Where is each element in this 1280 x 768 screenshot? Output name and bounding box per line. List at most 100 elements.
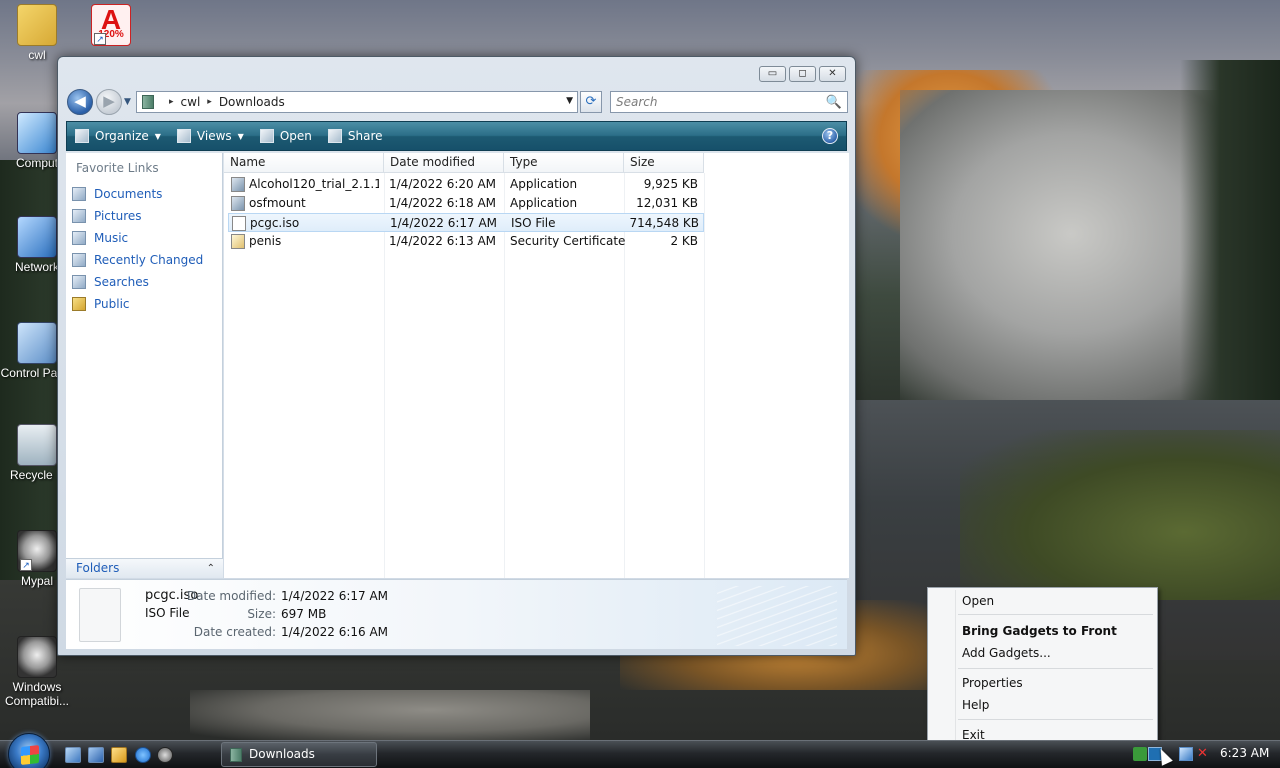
application-icon [231, 177, 245, 192]
maximize-button[interactable]: ◻ [789, 66, 816, 82]
search-icon[interactable]: 🔍 [826, 93, 842, 113]
mypal-icon: ↗ [17, 530, 57, 572]
tray-security-icon[interactable] [1133, 747, 1147, 761]
nav-link-label: Documents [94, 187, 163, 201]
refresh-button[interactable]: ⟳ [580, 91, 602, 113]
details-file-type: ISO File [145, 606, 190, 620]
views-button[interactable]: Views ▼ [176, 129, 244, 143]
nav-link-label: Recently Changed [94, 253, 204, 267]
file-size: 714,548 KB [629, 216, 699, 230]
switch-windows-icon[interactable] [88, 747, 104, 763]
documents-icon [72, 187, 86, 201]
file-date: 1/4/2022 6:18 AM [389, 196, 497, 210]
recent-pages-dropdown[interactable]: ▼ [124, 97, 131, 107]
search-input[interactable]: Search 🔍 [610, 91, 848, 113]
file-row[interactable]: penis 1/4/2022 6:13 AM Security Certific… [228, 232, 704, 251]
desktop-icon-cwl[interactable]: cwl [0, 4, 74, 62]
details-size: 697 MB [281, 607, 327, 621]
file-row[interactable]: Alcohol120_trial_2.1.1.... 1/4/2022 6:20… [228, 175, 704, 194]
start-button[interactable] [8, 733, 50, 768]
column-header-date[interactable]: Date modified [384, 153, 504, 173]
address-bar[interactable]: ▸ cwl ▸ Downloads ▼ [136, 91, 578, 113]
control-panel-icon [17, 322, 57, 364]
details-size-label: Size: [247, 607, 276, 621]
menu-item-bring-gadgets-to-front[interactable]: Bring Gadgets to Front [962, 624, 1117, 638]
explorer-window[interactable]: ▭ ◻ ✕ ◀ ▶ ▼ ▸ cwl ▸ Downloads ▼ ⟳ Search… [57, 56, 856, 656]
recently-changed-icon [72, 253, 86, 267]
search-placeholder: Search [616, 95, 658, 109]
breadcrumb-downloads[interactable]: Downloads [219, 95, 285, 109]
file-row-selected[interactable]: pcgc.iso 1/4/2022 6:17 AM ISO File 714,5… [228, 213, 704, 232]
column-header-name[interactable]: Name [224, 153, 384, 173]
forward-button[interactable]: ▶ [96, 89, 122, 115]
breadcrumb-cwl[interactable]: cwl [181, 95, 201, 109]
column-header-size[interactable]: Size [624, 153, 704, 173]
nav-link-recently-changed[interactable]: Recently Changed [72, 249, 203, 271]
file-name: penis [249, 234, 282, 248]
open-label: Open [279, 129, 312, 143]
breadcrumb-separator[interactable]: ▸ [207, 97, 212, 107]
open-button[interactable]: Open [259, 129, 312, 143]
media-player-icon[interactable] [111, 747, 127, 763]
nav-link-searches[interactable]: Searches [72, 271, 203, 293]
file-date: 1/4/2022 6:20 AM [389, 177, 497, 191]
desktop-icon-alcohol[interactable]: A 120% ↗ [74, 4, 148, 48]
menu-separator [958, 719, 1153, 720]
menu-item-help[interactable]: Help [962, 698, 989, 712]
searches-icon [72, 275, 86, 289]
nav-link-label: Public [94, 297, 130, 311]
file-type: Application [510, 196, 578, 210]
file-date: 1/4/2022 6:17 AM [390, 216, 498, 230]
file-thumbnail-icon [79, 588, 121, 642]
application-icon [231, 196, 245, 211]
nav-link-label: Pictures [94, 209, 142, 223]
windows-logo-icon [21, 745, 39, 765]
details-date-modified: 1/4/2022 6:17 AM [281, 589, 389, 603]
file-type: Application [510, 177, 578, 191]
nav-link-music[interactable]: Music [72, 227, 203, 249]
internet-explorer-icon[interactable] [135, 747, 151, 763]
folder-icon [230, 748, 242, 762]
folders-toggle[interactable]: Folders ⌃ [66, 558, 223, 578]
file-row[interactable]: osfmount 1/4/2022 6:18 AM Application 12… [228, 194, 704, 213]
share-button[interactable]: Share [327, 129, 383, 143]
windows-compat-icon [17, 636, 57, 678]
organize-icon [75, 129, 89, 143]
minimize-button[interactable]: ▭ [759, 66, 786, 82]
shortcut-arrow-icon: ↗ [94, 33, 106, 45]
taskbar-clock[interactable]: 6:23 AM [1220, 746, 1269, 760]
close-button[interactable]: ✕ [819, 66, 846, 82]
file-list[interactable]: Name Date modified Type Size Alcohol120_… [224, 153, 849, 578]
views-label: Views [196, 129, 232, 143]
tray-network-icon[interactable] [1179, 747, 1193, 761]
nav-link-public[interactable]: Public [72, 293, 203, 315]
column-header-type[interactable]: Type [504, 153, 624, 173]
menu-separator [958, 614, 1153, 615]
wallpaper-shore [190, 690, 590, 740]
column-divider [704, 173, 705, 578]
mypal-icon[interactable] [157, 747, 173, 763]
show-desktop-icon[interactable] [65, 747, 81, 763]
share-label: Share [347, 129, 383, 143]
favorite-links-header: Favorite Links [76, 161, 159, 175]
back-button[interactable]: ◀ [67, 89, 93, 115]
breadcrumb-separator[interactable]: ▸ [169, 97, 174, 107]
recycle-bin-icon [17, 424, 57, 466]
chevron-down-icon: ▼ [237, 131, 244, 141]
address-dropdown-icon[interactable]: ▼ [566, 96, 573, 106]
desktop-icon-label: Windows Compatibi... [4, 680, 70, 708]
command-toolbar: Organize ▼ Views ▼ Open Share ? [66, 121, 847, 151]
menu-item-open[interactable]: Open [962, 594, 994, 608]
file-size: 12,031 KB [636, 196, 698, 210]
wallpaper-grass [960, 430, 1280, 600]
taskbar-button-downloads[interactable]: Downloads [221, 742, 377, 767]
organize-button[interactable]: Organize ▼ [75, 129, 161, 143]
nav-link-pictures[interactable]: Pictures [72, 205, 203, 227]
menu-item-properties[interactable]: Properties [962, 676, 1023, 690]
nav-link-documents[interactable]: Documents [72, 183, 203, 205]
help-icon[interactable]: ? [822, 128, 838, 144]
certificate-icon [231, 234, 245, 249]
tray-volume-muted-icon[interactable]: ✕ [1197, 747, 1213, 761]
menu-item-add-gadgets[interactable]: Add Gadgets... [962, 646, 1051, 660]
folders-label: Folders [76, 561, 120, 575]
